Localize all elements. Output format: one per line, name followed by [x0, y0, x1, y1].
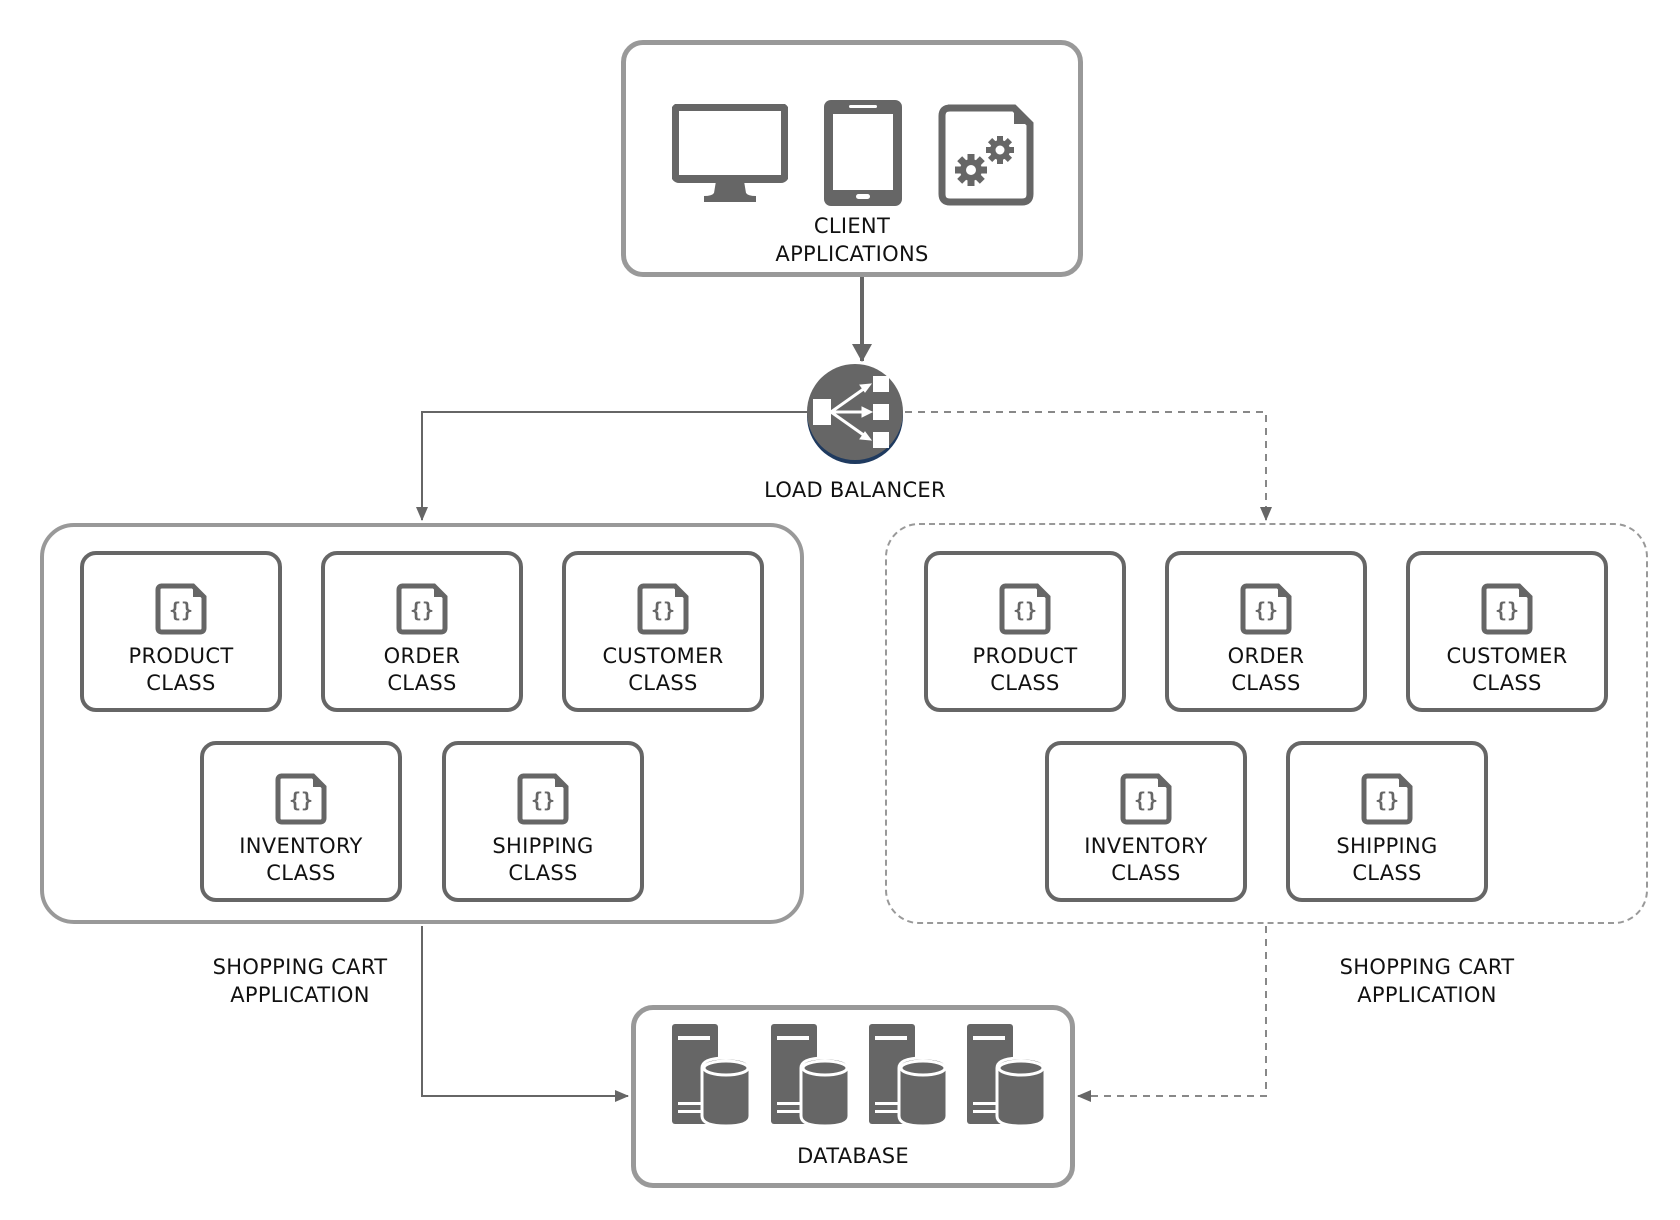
class-box-order[interactable]: {} ORDER CLASS: [1165, 551, 1367, 712]
class-label: SHIPPING CLASS: [492, 834, 594, 885]
database-server-icon: [672, 1024, 752, 1128]
class-box-product[interactable]: {} PRODUCT CLASS: [80, 551, 282, 712]
class-box-order[interactable]: {} ORDER CLASS: [321, 551, 523, 712]
svg-text:{}: {}: [1013, 598, 1037, 622]
svg-text:{}: {}: [289, 788, 313, 812]
class-label: CUSTOMER CLASS: [1446, 644, 1568, 695]
code-file-icon: {}: [1240, 583, 1292, 635]
class-box-inventory[interactable]: {} INVENTORY CLASS: [200, 741, 402, 902]
database-server-icon: [869, 1024, 949, 1128]
class-box-customer[interactable]: {} CUSTOMER CLASS: [1406, 551, 1608, 712]
code-file-icon: {}: [1120, 773, 1172, 825]
code-file-icon: {}: [275, 773, 327, 825]
class-label: CUSTOMER CLASS: [602, 644, 724, 695]
database-server-icon: [771, 1024, 851, 1128]
svg-text:{}: {}: [169, 598, 193, 622]
code-file-icon: {}: [396, 583, 448, 635]
class-box-shipping[interactable]: {} SHIPPING CLASS: [1286, 741, 1488, 902]
database-server-icon: [967, 1024, 1047, 1128]
class-label: ORDER CLASS: [1227, 644, 1305, 695]
code-file-icon: {}: [999, 583, 1051, 635]
code-file-icon: {}: [637, 583, 689, 635]
svg-text:{}: {}: [410, 598, 434, 622]
class-box-inventory[interactable]: {} INVENTORY CLASS: [1045, 741, 1247, 902]
svg-text:{}: {}: [531, 788, 555, 812]
svg-text:{}: {}: [651, 598, 675, 622]
load-balancer-icon[interactable]: [805, 361, 905, 467]
primary-to-db-connector: [421, 926, 629, 1102]
svg-text:{}: {}: [1375, 788, 1399, 812]
svg-text:{}: {}: [1254, 598, 1278, 622]
svg-text:{}: {}: [1495, 598, 1519, 622]
code-file-icon: {}: [517, 773, 569, 825]
settings-document-icon: [938, 104, 1034, 206]
class-label: ORDER CLASS: [383, 644, 461, 695]
database-label: DATABASE: [797, 1144, 909, 1168]
load-balancer-label: LOAD BALANCER: [764, 478, 946, 502]
code-file-icon: {}: [1361, 773, 1413, 825]
client-applications-label: CLIENT APPLICATIONS: [775, 214, 929, 266]
shopping-cart-label-secondary: SHOPPING CART APPLICATION: [1339, 955, 1515, 1007]
class-label: PRODUCT CLASS: [972, 644, 1078, 695]
secondary-to-db-connector: [1077, 926, 1267, 1102]
class-label: INVENTORY CLASS: [1084, 834, 1208, 885]
class-box-shipping[interactable]: {} SHIPPING CLASS: [442, 741, 644, 902]
code-file-icon: {}: [1481, 583, 1533, 635]
tablet-icon: [824, 100, 902, 206]
desktop-monitor-icon: [672, 104, 788, 202]
svg-text:{}: {}: [1134, 788, 1158, 812]
class-label: INVENTORY CLASS: [239, 834, 363, 885]
class-label: SHIPPING CLASS: [1336, 834, 1438, 885]
class-label: PRODUCT CLASS: [128, 644, 234, 695]
shopping-cart-label-primary: SHOPPING CART APPLICATION: [212, 955, 388, 1007]
class-box-product[interactable]: {} PRODUCT CLASS: [924, 551, 1126, 712]
class-box-customer[interactable]: {} CUSTOMER CLASS: [562, 551, 764, 712]
code-file-icon: {}: [155, 583, 207, 635]
